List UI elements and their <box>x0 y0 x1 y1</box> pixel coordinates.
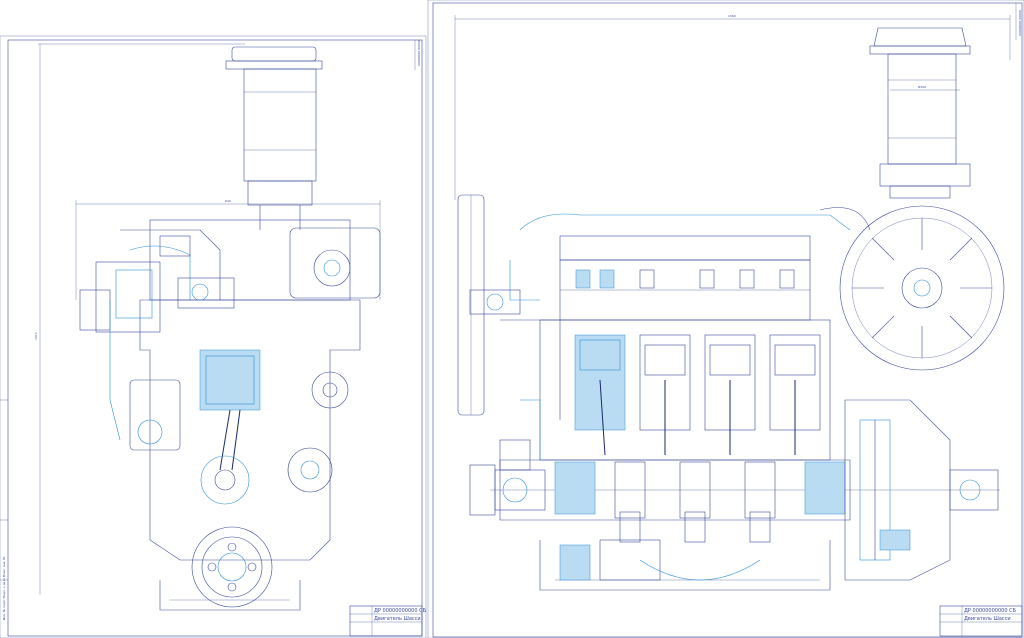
crankshaft-section <box>490 459 1000 543</box>
engine-block-front <box>79 289 361 561</box>
air-filter-section <box>869 27 971 199</box>
cylinder-block-section <box>539 319 831 461</box>
dim-filter-section: Ø320 <box>918 85 927 89</box>
dim-height-front: 1015 <box>34 332 38 340</box>
flywheel-disc <box>839 205 1005 371</box>
dim-width-front: 640 <box>225 199 231 203</box>
air-filter-front <box>225 46 323 230</box>
crank-pulley-front <box>191 526 273 608</box>
title-name-section: Двигатель Шасси <box>964 616 1011 622</box>
dim-length-section: 1360 <box>728 14 736 18</box>
title-designation-front: ДР 00000000000 СБ <box>374 608 427 614</box>
cylinder-head-section <box>519 207 871 321</box>
engine-upper-front <box>95 219 381 333</box>
oil-pan-section <box>539 539 831 591</box>
piping-section <box>469 260 561 516</box>
oil-pan-front <box>159 580 301 611</box>
sheet-section <box>427 0 1024 638</box>
title-designation-section: ДР 00000000000 СБ <box>964 608 1017 614</box>
left-stamp-front: Инв. № подл. Подп. и дата Взам. инв. № <box>2 556 6 620</box>
sheet-front <box>0 35 427 638</box>
side-stamp-section: 00000000 00000 <box>1018 10 1022 36</box>
side-stamp-front: 00000000 00000 <box>417 40 421 66</box>
title-name-front: Двигатель Шасси <box>374 616 421 622</box>
engine-drawing: .l { stroke:#3a4a9a; fill:none; stroke-w… <box>0 0 1024 638</box>
fan-section <box>457 194 521 416</box>
